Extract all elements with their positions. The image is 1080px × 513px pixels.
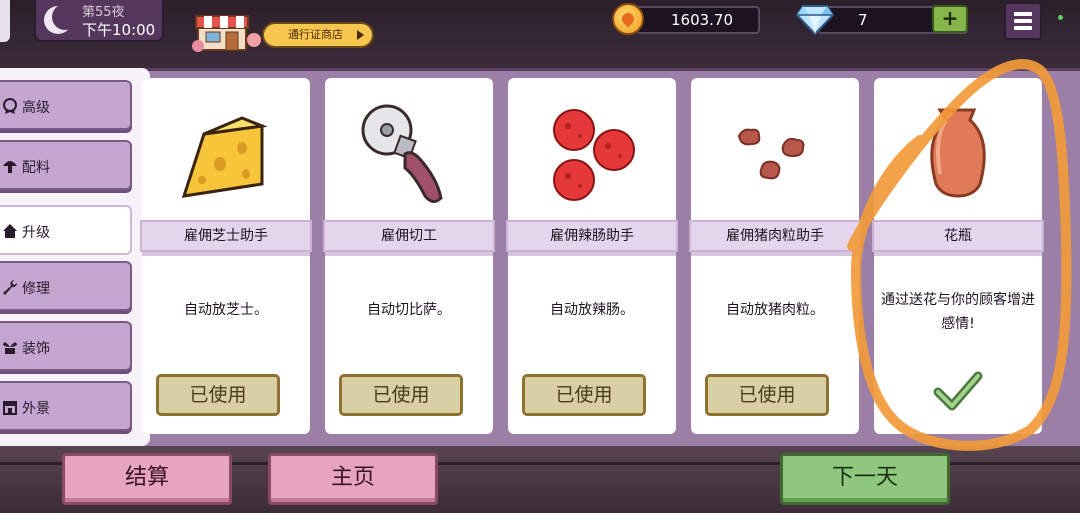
card-description: 自动放猪肉粒。: [726, 302, 824, 318]
in-use-button[interactable]: 已使用: [339, 374, 463, 416]
pizza-coin-icon: [612, 3, 644, 35]
upgrade-card-cutter: 雇佣切工 自动切比萨。 已使用: [323, 78, 495, 434]
card-title: 雇佣辣肠助手: [506, 220, 678, 252]
menu-line: [1014, 26, 1032, 30]
night-day-label: 第55夜: [82, 5, 125, 20]
tab-decoration[interactable]: 装饰: [0, 321, 132, 371]
checkmark-icon: [933, 371, 983, 411]
in-use-button[interactable]: 已使用: [522, 374, 646, 416]
upgrade-card-pork: 雇佣猪肉粒助手 自动放猪肉粒。 已使用: [689, 78, 861, 434]
tab-exterior[interactable]: 外景: [0, 381, 132, 431]
mushroom-icon: [3, 161, 17, 173]
house-icon: [3, 224, 17, 238]
tab-ingredients[interactable]: 配料: [0, 140, 132, 190]
hamburger-menu-icon[interactable]: [1004, 2, 1042, 40]
tab-repair[interactable]: 修理: [0, 261, 132, 311]
settle-button[interactable]: 结算: [62, 453, 232, 505]
storefront-icon[interactable]: [192, 10, 270, 52]
next-day-button[interactable]: 下一天: [780, 453, 950, 505]
tab-premium[interactable]: 高级: [0, 80, 132, 130]
pass-shop-label: 通行证商店: [288, 28, 343, 41]
card-description: 自动放辣肠。: [550, 302, 634, 318]
pork-crumbles-icon: [737, 128, 805, 180]
card-divider: [142, 252, 310, 256]
card-divider: [508, 252, 676, 256]
pass-shop-button[interactable]: 通行证商店: [262, 22, 374, 48]
moon-icon: [44, 4, 78, 34]
coin-balance: 1603.70: [636, 6, 760, 34]
category-sidebar: 高级 配料 升级 修理 装饰 外景: [0, 68, 150, 446]
cheese-icon: [181, 116, 268, 198]
tab-upgrades[interactable]: 升级: [0, 205, 132, 255]
card-title: 花瓶: [872, 220, 1044, 252]
upgrade-card-pepperoni: 雇佣辣肠助手 自动放辣肠。 已使用: [506, 78, 678, 434]
tab-label: 高级: [22, 100, 50, 116]
card-description: 自动放芝士。: [184, 302, 268, 318]
home-button[interactable]: 主页: [268, 453, 438, 505]
tab-label: 修理: [22, 281, 50, 297]
menu-line: [1014, 12, 1032, 16]
card-divider: [874, 252, 1042, 256]
night-time-label: 下午10:00: [82, 21, 156, 39]
diamond-icon: [795, 5, 835, 36]
card-description: 通过送花与你的顾客增进感情!: [881, 292, 1035, 332]
card-description: 自动切比萨。: [367, 302, 451, 318]
wrench-icon: [3, 280, 18, 295]
card-title: 雇佣猪肉粒助手: [689, 220, 861, 252]
status-dot: [1058, 15, 1063, 20]
pepperoni-icon: [553, 109, 635, 201]
chevron-right-icon: [357, 30, 364, 40]
tab-label: 升级: [22, 225, 50, 241]
card-title: 雇佣芝士助手: [140, 220, 312, 252]
plant-icon: [3, 342, 17, 354]
tab-label: 装饰: [22, 341, 50, 357]
card-title: 雇佣切工: [323, 220, 495, 252]
in-use-button[interactable]: 已使用: [705, 374, 829, 416]
upgrade-card-cheese: 雇佣芝士助手 自动放芝士。 已使用: [140, 78, 312, 434]
tab-label: 外景: [22, 401, 50, 417]
pizza-cutter-icon: [361, 104, 443, 203]
card-divider: [691, 252, 859, 256]
vase-icon: [930, 108, 986, 198]
back-tab-stub[interactable]: [0, 0, 10, 42]
upgrade-card-vase: 花瓶 通过送花与你的顾客增进感情!: [872, 78, 1044, 434]
tab-label: 配料: [22, 160, 50, 176]
add-gems-button[interactable]: +: [932, 5, 968, 33]
badge-icon: [3, 98, 17, 114]
storefront-icon: [3, 401, 17, 415]
in-use-button[interactable]: 已使用: [156, 374, 280, 416]
menu-line: [1014, 19, 1032, 23]
night-clock-badge: 第55夜 下午10:00: [34, 0, 164, 42]
card-divider: [325, 252, 493, 256]
